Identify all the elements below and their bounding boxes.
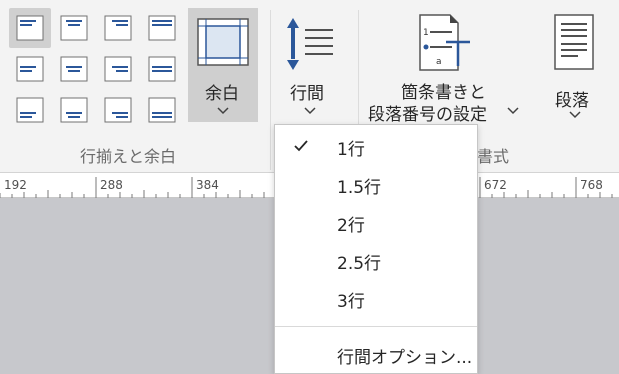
bullets-numbering-icon: 1 a xyxy=(419,14,470,71)
align-top-justify-icon xyxy=(148,15,176,41)
align-bottom-justify-icon xyxy=(148,97,176,123)
line-spacing-option-3[interactable]: 3行 xyxy=(275,279,477,317)
align-top-right-button[interactable] xyxy=(97,8,139,48)
align-bottom-center-button[interactable] xyxy=(53,90,95,130)
bullets-numbering-label-line2: 段落番号の設定 xyxy=(368,105,487,125)
group-label-align: 行揃えと余白 xyxy=(80,147,177,166)
align-middle-left-icon xyxy=(16,56,44,82)
paragraph-label: 段落 xyxy=(555,91,589,111)
group-label-format: 書式 xyxy=(477,147,510,166)
align-top-left-icon xyxy=(16,15,44,41)
align-middle-right-button[interactable] xyxy=(97,49,139,89)
margins-button[interactable]: 余白 xyxy=(188,8,258,122)
align-top-center-button[interactable] xyxy=(53,8,95,48)
ruler-number: 384 xyxy=(196,178,219,192)
ruler-number: 288 xyxy=(100,178,123,192)
line-spacing-options-item[interactable]: 行間オプション... xyxy=(275,335,477,373)
align-top-left-button[interactable] xyxy=(9,8,51,48)
menu-item-label: 3行 xyxy=(337,292,365,312)
group-separator xyxy=(358,10,359,130)
align-bottom-left-icon xyxy=(16,97,44,123)
menu-item-label: 2行 xyxy=(337,216,365,236)
group-separator xyxy=(270,10,271,170)
checkmark-icon xyxy=(294,140,308,152)
menu-separator xyxy=(275,326,477,327)
chevron-down-icon xyxy=(569,111,581,119)
align-top-center-icon xyxy=(60,15,88,41)
margins-icon xyxy=(197,18,249,66)
bullets-numbering-button[interactable]: 1 a 箇条書きと 段落番号の設定 xyxy=(364,8,524,125)
line-spacing-dropdown: 1行 1.5行 2行 2.5行 3行 行間オプション... xyxy=(274,124,478,374)
ruler-number: 768 xyxy=(580,178,603,192)
align-bottom-right-icon xyxy=(104,97,132,123)
align-bottom-right-button[interactable] xyxy=(97,90,139,130)
ruler-number: 192 xyxy=(4,178,27,192)
align-middle-center-button[interactable] xyxy=(53,49,95,89)
margins-label: 余白 xyxy=(205,84,239,104)
ruler-number: 672 xyxy=(484,178,507,192)
align-middle-right-icon xyxy=(104,56,132,82)
menu-item-label: 1.5行 xyxy=(337,178,382,198)
align-top-right-icon xyxy=(104,15,132,41)
line-spacing-button[interactable]: 行間 xyxy=(280,8,340,122)
menu-item-label: 2.5行 xyxy=(337,254,382,274)
align-middle-left-button[interactable] xyxy=(9,49,51,89)
chevron-down-icon xyxy=(304,107,316,115)
align-middle-justify-button[interactable] xyxy=(141,49,183,89)
align-middle-justify-icon xyxy=(148,56,176,82)
svg-text:a: a xyxy=(436,57,442,67)
align-bottom-center-icon xyxy=(60,97,88,123)
line-spacing-option-1-5[interactable]: 1.5行 xyxy=(275,165,477,203)
menu-item-label: 行間オプション... xyxy=(337,348,473,368)
line-spacing-icon xyxy=(287,18,333,70)
align-middle-center-icon xyxy=(60,56,88,82)
align-bottom-left-button[interactable] xyxy=(9,90,51,130)
align-bottom-justify-button[interactable] xyxy=(141,90,183,130)
svg-text:1: 1 xyxy=(423,28,429,38)
line-spacing-option-1[interactable]: 1行 xyxy=(275,127,477,165)
line-spacing-option-2-5[interactable]: 2.5行 xyxy=(275,241,477,279)
chevron-down-icon xyxy=(507,107,519,115)
menu-item-label: 1行 xyxy=(337,140,365,160)
align-top-justify-button[interactable] xyxy=(141,8,183,48)
chevron-down-icon xyxy=(217,107,229,115)
paragraph-button[interactable]: 段落 xyxy=(545,8,605,122)
paragraph-icon xyxy=(554,14,594,70)
line-spacing-option-2[interactable]: 2行 xyxy=(275,203,477,241)
line-spacing-label: 行間 xyxy=(290,84,324,104)
